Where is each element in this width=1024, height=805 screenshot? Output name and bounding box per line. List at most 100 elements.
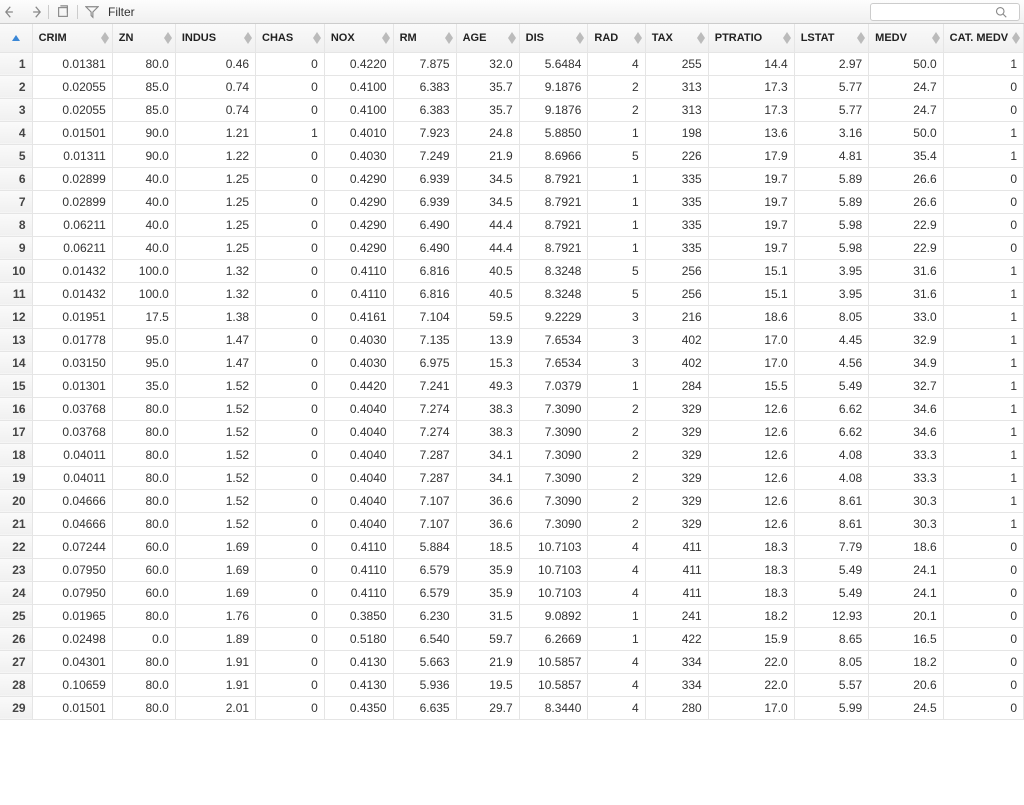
table-row[interactable]: 110.01432100.01.3200.41106.81640.58.3248… (0, 282, 1024, 305)
table-row[interactable]: 180.0401180.01.5200.40407.28734.17.30902… (0, 443, 1024, 466)
cell-medv: 24.1 (869, 581, 943, 604)
toolbar-sep-2 (77, 5, 78, 19)
cell-zn: 80.0 (112, 696, 175, 719)
table-row[interactable]: 70.0289940.01.2500.42906.93934.58.792113… (0, 190, 1024, 213)
row-number-cell: 29 (0, 696, 32, 719)
table-row[interactable]: 240.0795060.01.6900.41106.57935.910.7103… (0, 581, 1024, 604)
table-row[interactable]: 260.024980.01.8900.51806.54059.76.266914… (0, 627, 1024, 650)
cell-rad: 3 (588, 305, 645, 328)
cell-ptratio: 19.7 (708, 190, 794, 213)
col-header-chas[interactable]: CHAS (256, 24, 325, 52)
table-row[interactable]: 40.0150190.01.2110.40107.92324.85.885011… (0, 121, 1024, 144)
col-header-rm[interactable]: RM (393, 24, 456, 52)
cell-crim: 0.04301 (32, 650, 112, 673)
table-row[interactable]: 290.0150180.02.0100.43506.63529.78.34404… (0, 696, 1024, 719)
cell-cat_medv: 1 (943, 466, 1023, 489)
table-row[interactable]: 170.0376880.01.5200.40407.27438.37.30902… (0, 420, 1024, 443)
table-row[interactable]: 220.0724460.01.6900.41105.88418.510.7103… (0, 535, 1024, 558)
cell-rad: 1 (588, 604, 645, 627)
nav-forward-icon[interactable] (26, 4, 42, 20)
table-row[interactable]: 280.1065980.01.9100.41305.93619.510.5857… (0, 673, 1024, 696)
cell-tax: 313 (645, 75, 708, 98)
cell-nox: 0.4350 (324, 696, 393, 719)
cell-indus: 1.76 (175, 604, 255, 627)
table-row[interactable]: 90.0621140.01.2500.42906.49044.48.792113… (0, 236, 1024, 259)
col-header-cat_medv[interactable]: CAT. MEDV (943, 24, 1023, 52)
cell-zn: 40.0 (112, 190, 175, 213)
cell-crim: 0.04011 (32, 466, 112, 489)
filter-label[interactable]: Filter (108, 5, 135, 19)
table-row[interactable]: 60.0289940.01.2500.42906.93934.58.792113… (0, 167, 1024, 190)
table-row[interactable]: 150.0130135.01.5200.44207.24149.37.03791… (0, 374, 1024, 397)
cell-rad: 2 (588, 512, 645, 535)
cell-medv: 35.4 (869, 144, 943, 167)
cell-rad: 2 (588, 98, 645, 121)
cell-zn: 0.0 (112, 627, 175, 650)
cell-nox: 0.4040 (324, 512, 393, 535)
col-header-lstat[interactable]: LSTAT (794, 24, 868, 52)
toolbar-sep (48, 5, 49, 19)
new-window-icon[interactable] (55, 4, 71, 20)
table-row[interactable]: 190.0401180.01.5200.40407.28734.17.30902… (0, 466, 1024, 489)
table-row[interactable]: 20.0205585.00.7400.41006.38335.79.187623… (0, 75, 1024, 98)
col-header-tax[interactable]: TAX (645, 24, 708, 52)
table-row[interactable]: 210.0466680.01.5200.40407.10736.67.30902… (0, 512, 1024, 535)
row-number-cell: 19 (0, 466, 32, 489)
table-row[interactable]: 160.0376880.01.5200.40407.27438.37.30902… (0, 397, 1024, 420)
col-header-ptratio[interactable]: PTRATIO (708, 24, 794, 52)
col-header-zn[interactable]: ZN (112, 24, 175, 52)
search-box[interactable] (870, 3, 1020, 21)
cell-age: 21.9 (456, 144, 519, 167)
cell-medv: 18.2 (869, 650, 943, 673)
table-row[interactable]: 200.0466680.01.5200.40407.10736.67.30902… (0, 489, 1024, 512)
table-row[interactable]: 120.0195117.51.3800.41617.10459.59.22293… (0, 305, 1024, 328)
table-row[interactable]: 100.01432100.01.3200.41106.81640.58.3248… (0, 259, 1024, 282)
cell-age: 36.6 (456, 512, 519, 535)
table-row[interactable]: 130.0177895.01.4700.40307.13513.97.65343… (0, 328, 1024, 351)
cell-tax: 226 (645, 144, 708, 167)
table-row[interactable]: 50.0131190.01.2200.40307.24921.98.696652… (0, 144, 1024, 167)
table-row[interactable]: 270.0430180.01.9100.41305.66321.910.5857… (0, 650, 1024, 673)
cell-ptratio: 22.0 (708, 673, 794, 696)
cell-crim: 0.03150 (32, 351, 112, 374)
cell-cat_medv: 1 (943, 259, 1023, 282)
table-row[interactable]: 80.0621140.01.2500.42906.49044.48.792113… (0, 213, 1024, 236)
col-header-rad[interactable]: RAD (588, 24, 645, 52)
cell-lstat: 4.45 (794, 328, 868, 351)
row-number-cell: 20 (0, 489, 32, 512)
search-input[interactable] (875, 5, 995, 19)
table-row[interactable]: 250.0196580.01.7600.38506.23031.59.08921… (0, 604, 1024, 627)
col-header-medv[interactable]: MEDV (869, 24, 943, 52)
cell-zn: 80.0 (112, 443, 175, 466)
cell-nox: 0.4420 (324, 374, 393, 397)
col-header-indus[interactable]: INDUS (175, 24, 255, 52)
cell-rm: 7.923 (393, 121, 456, 144)
col-header-crim[interactable]: CRIM (32, 24, 112, 52)
filter-icon[interactable] (84, 4, 100, 20)
table-row[interactable]: 10.0138180.00.4600.42207.87532.05.648442… (0, 52, 1024, 75)
nav-back-icon[interactable] (4, 4, 20, 20)
cell-crim: 0.03768 (32, 420, 112, 443)
cell-crim: 0.10659 (32, 673, 112, 696)
row-number-cell: 10 (0, 259, 32, 282)
row-number-header[interactable] (0, 24, 32, 52)
col-header-dis[interactable]: DIS (519, 24, 588, 52)
cell-rm: 7.107 (393, 489, 456, 512)
cell-rm: 6.383 (393, 75, 456, 98)
cell-crim: 0.01381 (32, 52, 112, 75)
cell-rm: 5.936 (393, 673, 456, 696)
table-row[interactable]: 230.0795060.01.6900.41106.57935.910.7103… (0, 558, 1024, 581)
table-row[interactable]: 30.0205585.00.7400.41006.38335.79.187623… (0, 98, 1024, 121)
col-header-age[interactable]: AGE (456, 24, 519, 52)
cell-zn: 60.0 (112, 581, 175, 604)
cell-age: 49.3 (456, 374, 519, 397)
row-number-cell: 16 (0, 397, 32, 420)
table-row[interactable]: 140.0315095.01.4700.40306.97515.37.65343… (0, 351, 1024, 374)
row-number-cell: 22 (0, 535, 32, 558)
toolbar: Filter (0, 0, 1024, 24)
col-header-nox[interactable]: NOX (324, 24, 393, 52)
cell-crim: 0.04666 (32, 489, 112, 512)
cell-zn: 80.0 (112, 489, 175, 512)
cell-zn: 80.0 (112, 466, 175, 489)
cell-indus: 1.52 (175, 374, 255, 397)
